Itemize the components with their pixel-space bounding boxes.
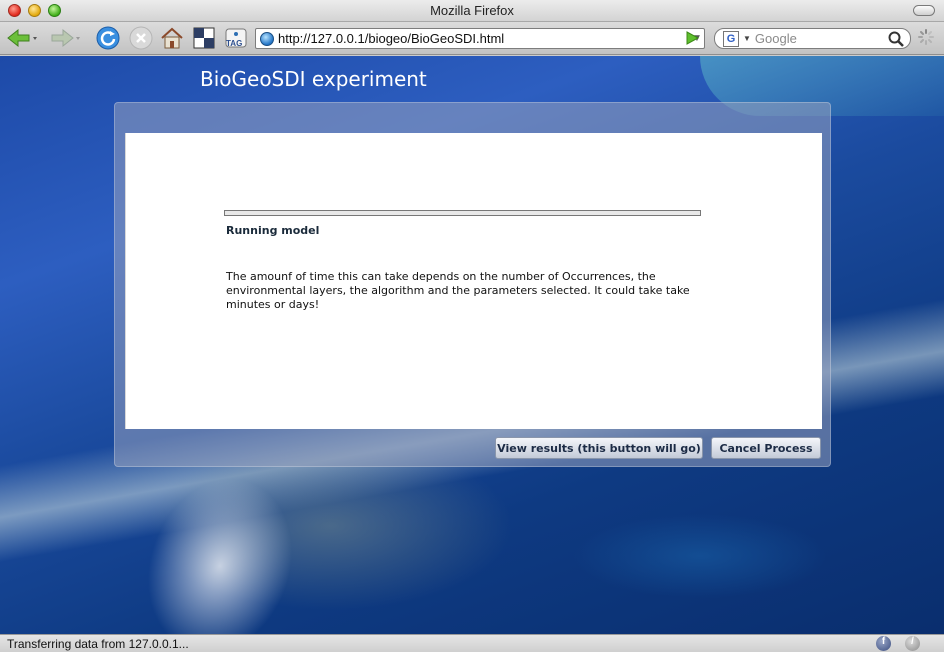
navigation-toolbar: TAG http://127.0.0.1/biogeo/BioGeoSDI.ht… (0, 22, 944, 55)
url-bar[interactable]: http://127.0.0.1/biogeo/BioGeoSDI.html ▼ (255, 28, 705, 49)
progress-bar (224, 210, 701, 216)
view-results-button[interactable]: View results (this button will go) (495, 437, 703, 459)
toolbar-toggle-button[interactable] (913, 5, 935, 16)
stop-icon (129, 26, 153, 50)
globe-icon (260, 31, 274, 46)
url-input[interactable]: http://127.0.0.1/biogeo/BioGeoSDI.html (278, 31, 690, 46)
search-bar[interactable]: G ▼ Google (714, 28, 911, 49)
reload-icon (96, 26, 120, 50)
home-icon (161, 27, 183, 49)
window-title: Mozilla Firefox (430, 3, 514, 18)
search-icon[interactable] (888, 31, 904, 47)
status-description: The amounf of time this can take depends… (226, 270, 690, 311)
go-icon (686, 31, 700, 45)
forward-button[interactable] (48, 25, 84, 51)
tag-button[interactable]: TAG (223, 25, 249, 51)
search-input[interactable]: Google (755, 31, 888, 46)
status-bar: Transferring data from 127.0.0.1... f / (0, 634, 944, 652)
title-bar: Mozilla Firefox (0, 0, 944, 22)
throbber-icon (918, 29, 934, 45)
stop-button[interactable] (128, 25, 154, 51)
status-text: Transferring data from 127.0.0.1... (7, 637, 189, 651)
bookmark-button[interactable] (192, 25, 216, 51)
status-heading: Running model (226, 224, 320, 237)
progress-card: Running model The amounf of time this ca… (125, 133, 822, 429)
page-title: BioGeoSDI experiment (200, 67, 427, 91)
tag-label: TAG (226, 39, 243, 48)
search-engine-dropdown-icon[interactable]: ▼ (743, 34, 751, 43)
blocked-icon[interactable]: / (905, 636, 920, 651)
search-engine-icon[interactable]: G (723, 30, 739, 47)
go-button[interactable] (684, 30, 700, 49)
experiment-panel: Running model The amounf of time this ca… (114, 102, 831, 467)
back-button[interactable] (4, 25, 40, 51)
security-icon[interactable]: f (876, 636, 891, 651)
forward-icon (51, 28, 80, 48)
cancel-process-button[interactable]: Cancel Process (711, 437, 821, 459)
back-icon (7, 28, 37, 48)
background-shoreline (123, 457, 317, 634)
page-content: BioGeoSDI experiment Running model The a… (0, 56, 944, 634)
bookmark-icon (193, 27, 215, 49)
home-button[interactable] (159, 25, 185, 51)
reload-button[interactable] (95, 25, 121, 51)
